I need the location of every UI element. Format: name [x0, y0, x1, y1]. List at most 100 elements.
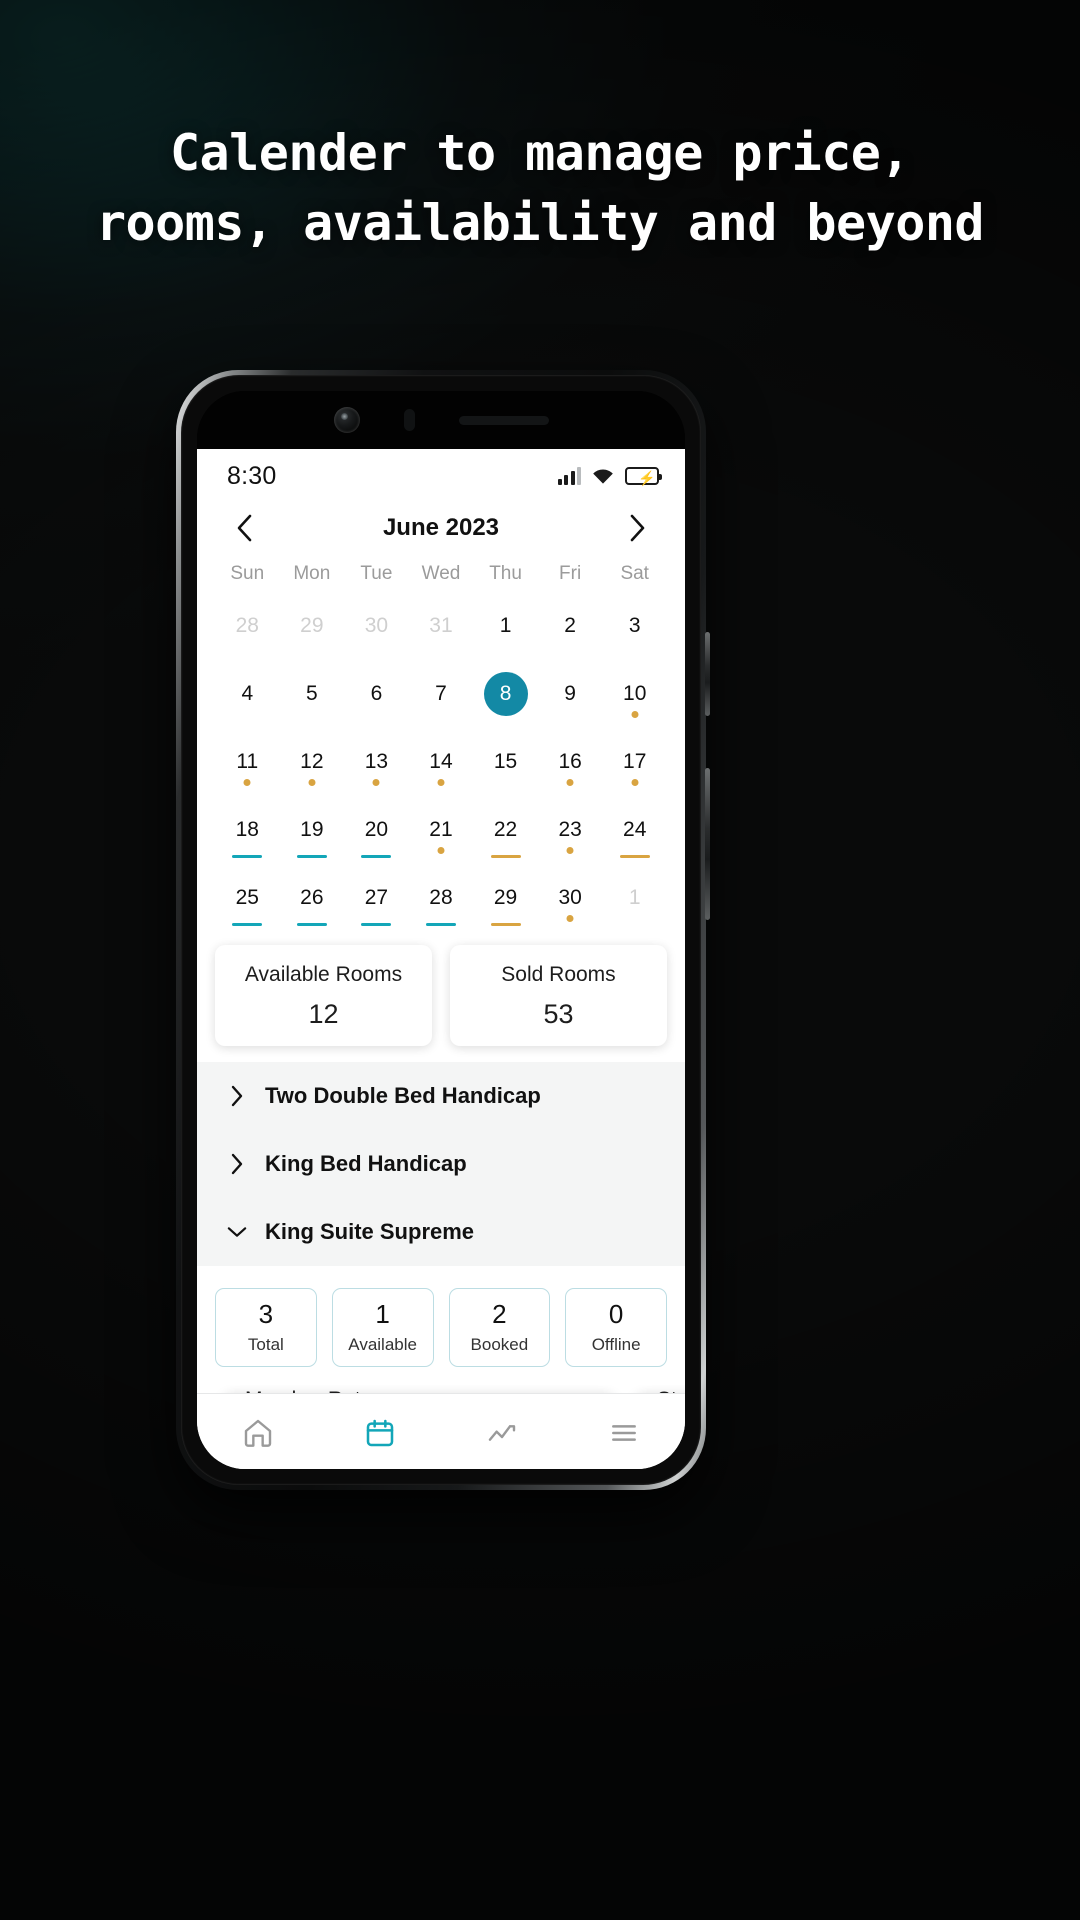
room-type-name: King Suite Supreme — [265, 1219, 475, 1244]
chip-label: Offline — [591, 1335, 641, 1354]
calendar-day[interactable]: 9 — [538, 661, 603, 727]
room-type-list: Two Double Bed Handicap King Bed Handica… — [197, 1062, 685, 1266]
calendar-day[interactable]: 13 — [344, 729, 409, 795]
status-time: 8:30 — [227, 461, 277, 490]
calendar-day[interactable]: 29 — [473, 865, 538, 931]
calendar-day-number: 22 — [493, 818, 518, 841]
calendar-day-number: 1 — [499, 614, 512, 637]
day-marker-teal-bar — [296, 923, 327, 926]
calendar-day[interactable]: 2 — [538, 593, 603, 659]
calendar-day[interactable]: 16 — [538, 729, 603, 795]
battery-charging-icon: ⚡ — [625, 467, 662, 486]
calendar-day[interactable]: 23 — [538, 797, 603, 863]
calendar-day[interactable]: 20 — [344, 797, 409, 863]
calendar-day[interactable]: 8 — [473, 661, 538, 727]
day-marker-amber-dot — [631, 711, 639, 718]
calendar-day[interactable]: 29 — [280, 593, 345, 659]
calendar-day-number: 28 — [429, 886, 453, 909]
phone-mockup: 8:30 ⚡ June 2023 Sun Mon Tue Wed Thu Fri… — [162, 370, 720, 1496]
sold-rooms-card[interactable]: Sold Rooms 53 — [450, 945, 667, 1046]
phone-bezel: 8:30 ⚡ June 2023 Sun Mon Tue Wed Thu Fri… — [197, 391, 685, 1469]
prev-month-button[interactable] — [227, 511, 261, 545]
calendar-day[interactable]: 6 — [344, 661, 409, 727]
power-button[interactable] — [705, 632, 710, 716]
calendar-day[interactable]: 1 — [602, 865, 667, 931]
calendar-day[interactable]: 11 — [215, 729, 280, 795]
room-type-row[interactable]: Two Double Bed Handicap — [197, 1062, 685, 1130]
tab-analytics[interactable] — [473, 1410, 531, 1456]
chip-available[interactable]: 1 Available — [331, 1288, 434, 1367]
calendar-day-number: 30 — [558, 886, 582, 909]
chip-booked[interactable]: 2 Booked — [448, 1288, 551, 1367]
calendar-day[interactable]: 12 — [280, 729, 345, 795]
phone-frame: 8:30 ⚡ June 2023 Sun Mon Tue Wed Thu Fri… — [176, 370, 710, 1490]
next-month-button[interactable] — [621, 511, 655, 545]
calendar-day-number: 6 — [370, 682, 383, 705]
calendar-day-number: 5 — [306, 682, 318, 705]
volume-button[interactable] — [705, 768, 710, 920]
inventory-chips: 3 Total 1 Available 2 Booked 0 Offline — [197, 1266, 685, 1385]
calendar-day[interactable]: 17 — [602, 729, 667, 795]
weekday-label: Sat — [620, 563, 649, 584]
tab-calendar[interactable] — [351, 1410, 409, 1456]
calendar-day[interactable]: 27 — [344, 865, 409, 931]
chip-offline[interactable]: 0 Offline — [565, 1288, 667, 1367]
calendar-day[interactable]: 18 — [215, 797, 280, 863]
calendar-day-number: 25 — [235, 886, 259, 909]
calendar-day-number: 16 — [558, 750, 582, 773]
calendar-day-number: 13 — [364, 750, 389, 773]
calendar-day[interactable]: 30 — [538, 865, 603, 931]
chevron-left-icon — [237, 514, 251, 542]
chip-value: 3 — [258, 1299, 274, 1329]
calendar-day-number: 1 — [628, 886, 641, 909]
calendar-day[interactable]: 4 — [215, 661, 280, 727]
tab-menu[interactable] — [595, 1410, 653, 1456]
earpiece-speaker — [458, 415, 549, 425]
day-marker-amber-dot — [566, 915, 574, 922]
calendar-day[interactable]: 1 — [473, 593, 538, 659]
calendar-day-number: 31 — [429, 614, 453, 637]
room-type-row[interactable]: King Bed Handicap — [197, 1130, 685, 1198]
day-marker-amber-dot — [437, 847, 445, 854]
calendar-day[interactable]: 19 — [280, 797, 345, 863]
tab-home[interactable] — [229, 1410, 287, 1456]
calendar-day[interactable]: 15 — [473, 729, 538, 795]
calendar-day[interactable]: 22 — [473, 797, 538, 863]
calendar-day[interactable]: 31 — [409, 593, 474, 659]
day-marker-amber-dot — [631, 779, 639, 786]
available-rooms-value: 12 — [308, 999, 339, 1029]
rate-plan-carousel[interactable]: Member Rate 1 Adult $126.23 Standard Pla… — [197, 1385, 685, 1393]
chevron-right-icon — [227, 1153, 247, 1175]
calendar-icon — [366, 1419, 394, 1446]
calendar-weekday-row: Sun Mon Tue Wed Thu Fri Sat — [197, 555, 685, 587]
calendar-day[interactable]: 26 — [280, 865, 345, 931]
calendar-day[interactable]: 5 — [280, 661, 345, 727]
chevron-down-icon — [227, 1225, 247, 1239]
phone-notch — [197, 391, 685, 449]
calendar-day[interactable]: 30 — [344, 593, 409, 659]
calendar-day[interactable]: 21 — [409, 797, 474, 863]
calendar-day[interactable]: 24 — [602, 797, 667, 863]
weekday-label: Mon — [293, 563, 331, 584]
available-rooms-card[interactable]: Available Rooms 12 — [215, 945, 432, 1046]
app-screen: 8:30 ⚡ June 2023 Sun Mon Tue Wed Thu Fri… — [197, 449, 685, 1469]
chip-total[interactable]: 3 Total — [215, 1288, 317, 1367]
calendar-day[interactable]: 25 — [215, 865, 280, 931]
calendar-day[interactable]: 3 — [602, 593, 667, 659]
calendar-day[interactable]: 14 — [409, 729, 474, 795]
calendar-day[interactable]: 28 — [215, 593, 280, 659]
calendar-day[interactable]: 10 — [602, 661, 667, 727]
calendar-day-number: 15 — [493, 750, 518, 773]
day-marker-amber-bar — [619, 855, 650, 858]
calendar-day-number: 14 — [429, 750, 453, 773]
chevron-right-icon — [631, 514, 645, 542]
calendar-month-title: June 2023 — [382, 514, 500, 541]
weekday-label: Wed — [421, 563, 461, 584]
calendar-day-number: 9 — [564, 682, 576, 705]
calendar-day[interactable]: 28 — [409, 865, 474, 931]
calendar-day-number: 18 — [235, 818, 259, 841]
calendar-day[interactable]: 7 — [409, 661, 474, 727]
calendar-day-number: 8 — [483, 672, 528, 716]
day-marker-amber-bar — [490, 923, 521, 926]
room-type-row-expanded[interactable]: King Suite Supreme — [197, 1198, 685, 1266]
